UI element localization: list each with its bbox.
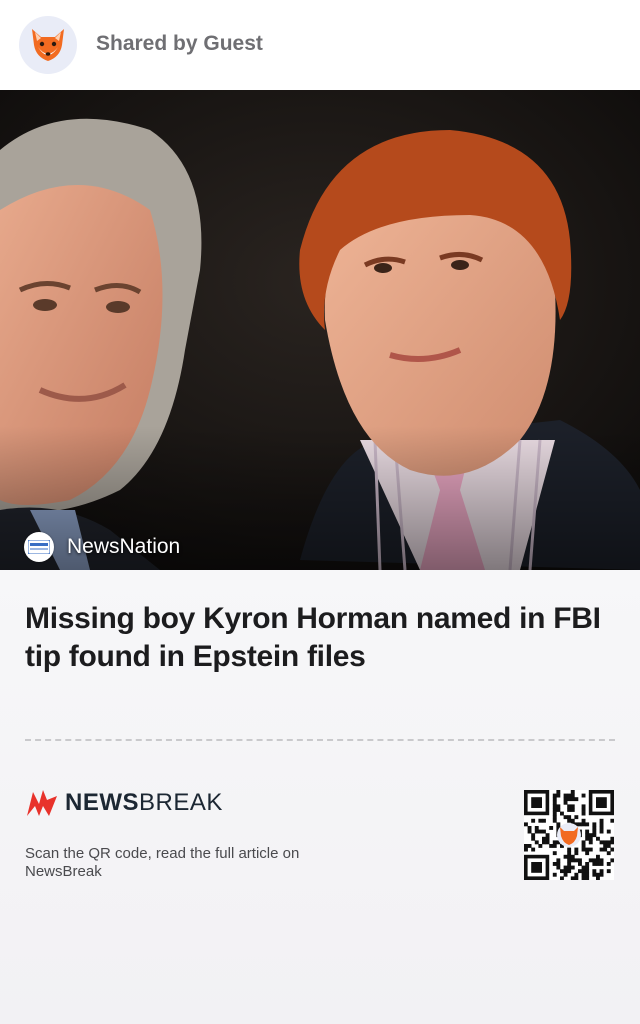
share-header: Shared by Guest xyxy=(0,0,640,90)
source-badge: NewsNation xyxy=(24,532,180,562)
hero-image: NewsNation xyxy=(0,90,640,570)
fox-icon xyxy=(32,29,64,61)
brand-bold: NEWS xyxy=(65,789,139,816)
article-headline[interactable]: Missing boy Kyron Horman named in FBI ti… xyxy=(25,600,625,676)
newsnation-logo-icon xyxy=(24,532,54,562)
brand-light: BREAK xyxy=(139,789,223,816)
avatar xyxy=(19,16,77,74)
source-name: NewsNation xyxy=(67,535,181,558)
hero-photo xyxy=(0,90,640,570)
divider xyxy=(25,739,615,741)
newsbreak-logo-icon xyxy=(27,790,57,816)
qr-code-icon[interactable] xyxy=(524,790,615,881)
newsbreak-wordmark: NEWSBREAK xyxy=(65,789,223,817)
scan-instruction: Scan the QR code, read the full article … xyxy=(25,845,300,880)
shared-by-label: Shared by Guest xyxy=(96,32,263,55)
article-card[interactable]: Missing boy Kyron Horman named in FBI ti… xyxy=(0,570,640,1024)
newsbreak-brand: NEWSBREAK xyxy=(25,788,223,818)
